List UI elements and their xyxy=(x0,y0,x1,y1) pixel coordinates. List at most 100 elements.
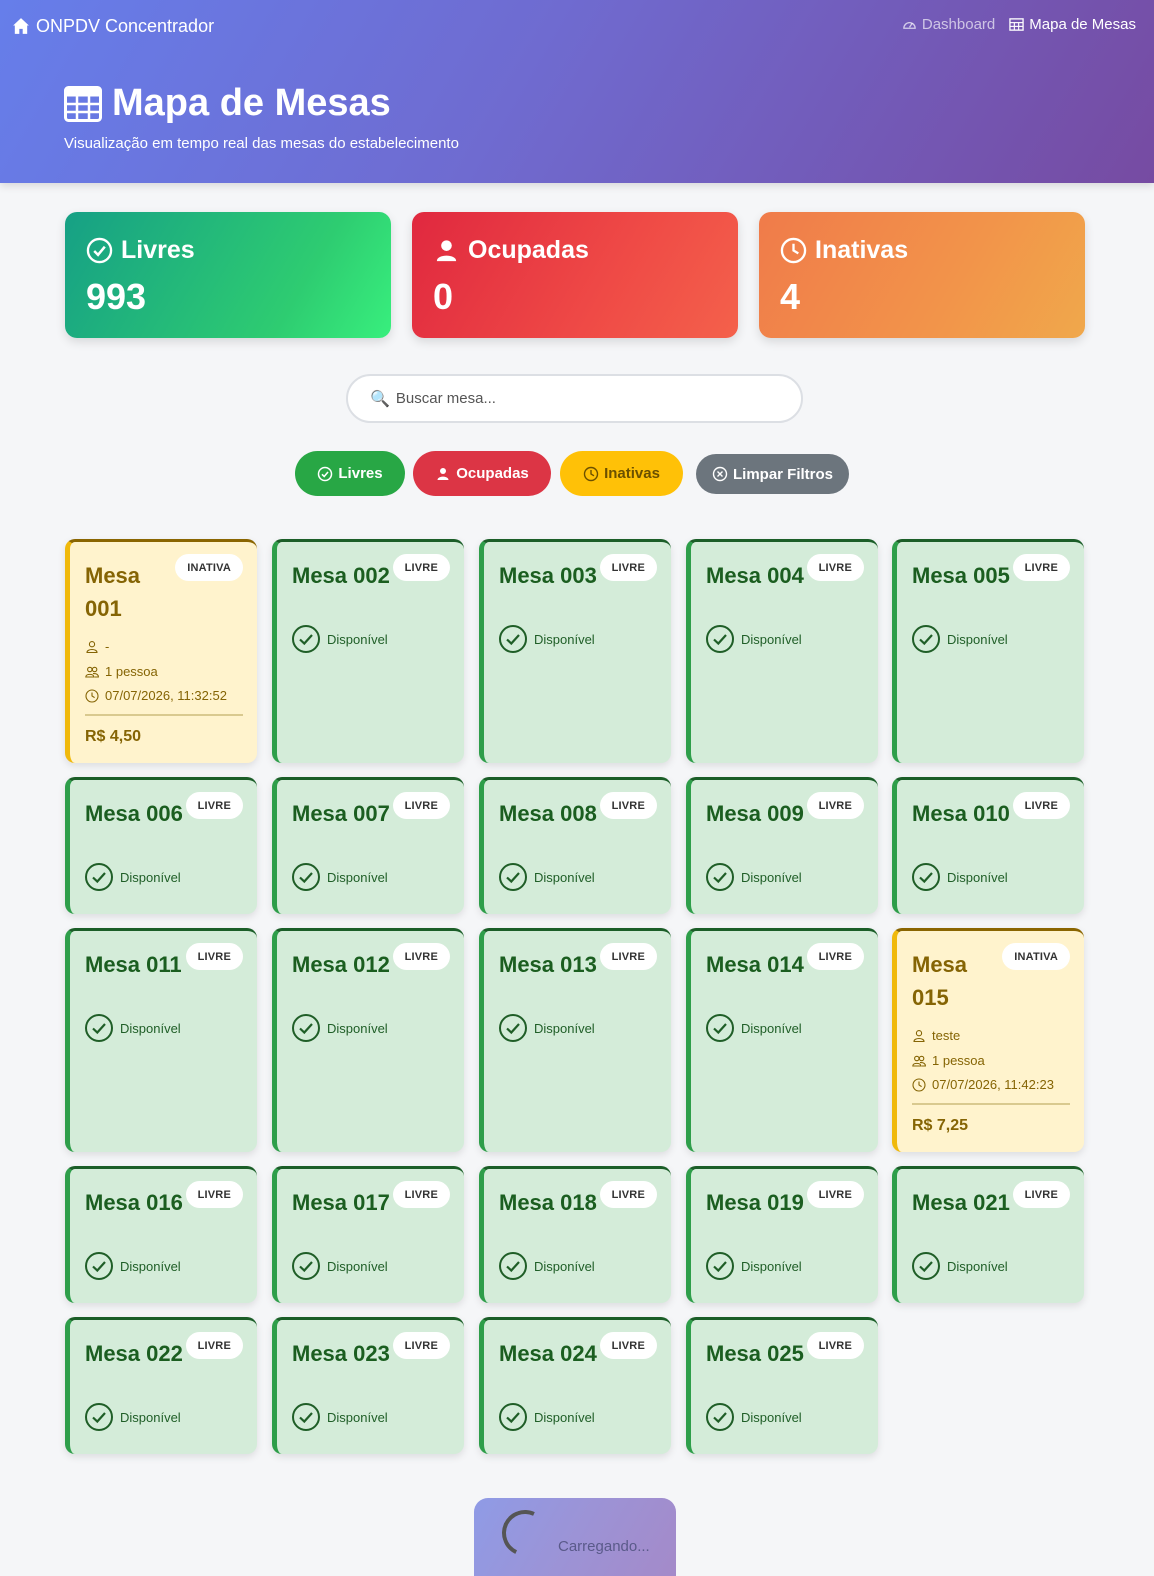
mesa-card[interactable]: Mesa 013 LIVRE Disponível xyxy=(479,928,671,1152)
nav-item-label: Dashboard xyxy=(921,16,996,33)
mesa-card[interactable]: Mesa 011 LIVRE Disponível xyxy=(65,928,257,1152)
stat-card-header: Ocupadas xyxy=(433,236,589,265)
client-name: - xyxy=(105,639,110,654)
status-badge: LIVRE xyxy=(1012,792,1070,819)
check-circle-icon xyxy=(85,1252,113,1280)
mesa-card[interactable]: Mesa 023 LIVRE Disponível xyxy=(272,1317,464,1454)
people-icon xyxy=(85,666,99,678)
availability-status: Disponível xyxy=(84,1251,181,1281)
mesa-card[interactable]: Mesa 016 LIVRE Disponível xyxy=(65,1166,257,1303)
availability-status: Disponível xyxy=(291,624,388,654)
brand[interactable]: ONPDV Concentrador xyxy=(12,15,214,37)
mesa-name: Mesa 014 xyxy=(706,952,804,977)
availability-status: Disponível xyxy=(705,624,802,654)
nav-item-dashboard[interactable]: Dashboard xyxy=(902,16,995,33)
filter-inativas-button[interactable]: Inativas xyxy=(560,451,683,496)
availability-status: Disponível xyxy=(911,624,1008,654)
clear-filters-button[interactable]: Limpar Filtros xyxy=(696,454,849,494)
top-nav: Dashboard Mapa de Mesas xyxy=(902,16,1136,33)
search-input[interactable] xyxy=(395,390,776,407)
page-header: ONPDV Concentrador Dashboard Mapa de Mes… xyxy=(0,0,1154,183)
status-badge: LIVRE xyxy=(806,1332,864,1359)
mesa-name: Mesa 003 xyxy=(499,563,597,588)
mesa-name: Mesa 004 xyxy=(706,563,804,588)
status-badge: LIVRE xyxy=(185,943,243,970)
mesa-time: 07/07/2026, 11:32:52 xyxy=(85,688,227,703)
status-badge: LIVRE xyxy=(599,1181,657,1208)
mesa-card[interactable]: Mesa 001 INATIVA - 1 pessoa 07/07/2026, 11:3… xyxy=(65,539,257,763)
availability-status: Disponível xyxy=(291,1402,388,1432)
mesa-card[interactable]: Mesa 006 LIVRE Disponível xyxy=(65,777,257,914)
open-time: 07/07/2026, 11:42:23 xyxy=(932,1077,1054,1092)
availability-text: Disponível xyxy=(534,1409,595,1425)
check-circle-icon xyxy=(85,1403,113,1431)
mesa-card[interactable]: Mesa 005 LIVRE Disponível xyxy=(892,539,1084,763)
mesa-card[interactable]: Mesa 018 LIVRE Disponível xyxy=(479,1166,671,1303)
person-icon xyxy=(436,240,457,262)
mesa-time: 07/07/2026, 11:42:23 xyxy=(912,1077,1054,1092)
nav-item-mapa-de-mesas[interactable]: Mapa de Mesas xyxy=(1009,16,1136,33)
brand-name: ONPDV Concentrador xyxy=(36,15,215,36)
stat-value-inativas: 4 xyxy=(780,276,801,317)
mesa-card[interactable]: Mesa 015 INATIVA teste 1 pessoa 07/07/2026, … xyxy=(892,928,1084,1152)
check-circle-icon xyxy=(499,1252,527,1280)
availability-text: Disponível xyxy=(327,631,388,647)
availability-text: Disponível xyxy=(947,869,1008,885)
mesa-card[interactable]: Mesa 014 LIVRE Disponível xyxy=(686,928,878,1152)
availability-text: Disponível xyxy=(327,869,388,885)
mesa-card[interactable]: Mesa 017 LIVRE Disponível xyxy=(272,1166,464,1303)
availability-status: Disponível xyxy=(84,1013,181,1043)
mesa-name: Mesa 019 xyxy=(706,1190,804,1215)
search-box[interactable]: 🔍 xyxy=(346,374,803,423)
availability-text: Disponível xyxy=(534,1020,595,1036)
mesa-card[interactable]: Mesa 009 LIVRE Disponível xyxy=(686,777,878,914)
search-icon: 🔍 xyxy=(370,390,390,408)
stat-card-livres: Livres 993 xyxy=(65,212,391,338)
mesa-name: Mesa 016 xyxy=(85,1190,183,1215)
availability-text: Disponível xyxy=(741,869,802,885)
mesa-card[interactable]: Mesa 003 LIVRE Disponível xyxy=(479,539,671,763)
status-badge: LIVRE xyxy=(392,792,450,819)
divider xyxy=(912,1103,1070,1105)
mesa-card[interactable]: Mesa 021 LIVRE Disponível xyxy=(892,1166,1084,1303)
availability-text: Disponível xyxy=(120,1409,181,1425)
mesa-card[interactable]: Mesa 004 LIVRE Disponível xyxy=(686,539,878,763)
mesa-card[interactable]: Mesa 019 LIVRE Disponível xyxy=(686,1166,878,1303)
mesa-card[interactable]: Mesa 010 LIVRE Disponível xyxy=(892,777,1084,914)
status-badge: LIVRE xyxy=(392,554,450,581)
mesa-name: Mesa 017 xyxy=(292,1190,390,1215)
filter-label: Ocupadas xyxy=(456,465,529,482)
check-circle-icon xyxy=(292,1403,320,1431)
availability-text: Disponível xyxy=(947,631,1008,647)
availability-status: Disponível xyxy=(911,862,1008,892)
guest-count: 1 pessoa xyxy=(105,664,158,679)
check-circle-icon xyxy=(499,863,527,891)
filter-ocupadas-button[interactable]: Ocupadas xyxy=(413,451,551,496)
mesa-card[interactable]: Mesa 008 LIVRE Disponível xyxy=(479,777,671,914)
status-badge: LIVRE xyxy=(806,554,864,581)
availability-status: Disponível xyxy=(705,1013,802,1043)
filter-livres-button[interactable]: Livres xyxy=(295,451,405,496)
mesa-name: Mesa 023 xyxy=(292,1341,390,1366)
mesa-card[interactable]: Mesa 002 LIVRE Disponível xyxy=(272,539,464,763)
person-icon xyxy=(913,1029,925,1042)
mesa-card[interactable]: Mesa 024 LIVRE Disponível xyxy=(479,1317,671,1454)
availability-text: Disponível xyxy=(741,631,802,647)
availability-status: Disponível xyxy=(291,862,388,892)
clock-icon xyxy=(85,688,99,703)
mesa-name: Mesa 008 xyxy=(499,801,597,826)
mesa-name: Mesa 013 xyxy=(499,952,597,977)
availability-text: Disponível xyxy=(327,1409,388,1425)
mesa-card[interactable]: Mesa 022 LIVRE Disponível xyxy=(65,1317,257,1454)
status-badge: INATIVA xyxy=(175,554,243,581)
mesa-card[interactable]: Mesa 012 LIVRE Disponível xyxy=(272,928,464,1152)
check-circle-icon xyxy=(706,1014,734,1042)
mesa-card[interactable]: Mesa 025 LIVRE Disponível xyxy=(686,1317,878,1454)
check-circle-icon xyxy=(499,1403,527,1431)
status-badge: LIVRE xyxy=(392,1332,450,1359)
status-badge: LIVRE xyxy=(392,1181,450,1208)
mesa-card[interactable]: Mesa 007 LIVRE Disponível xyxy=(272,777,464,914)
check-circle-icon xyxy=(85,1014,113,1042)
home-icon xyxy=(13,18,29,34)
check-circle-icon xyxy=(706,863,734,891)
